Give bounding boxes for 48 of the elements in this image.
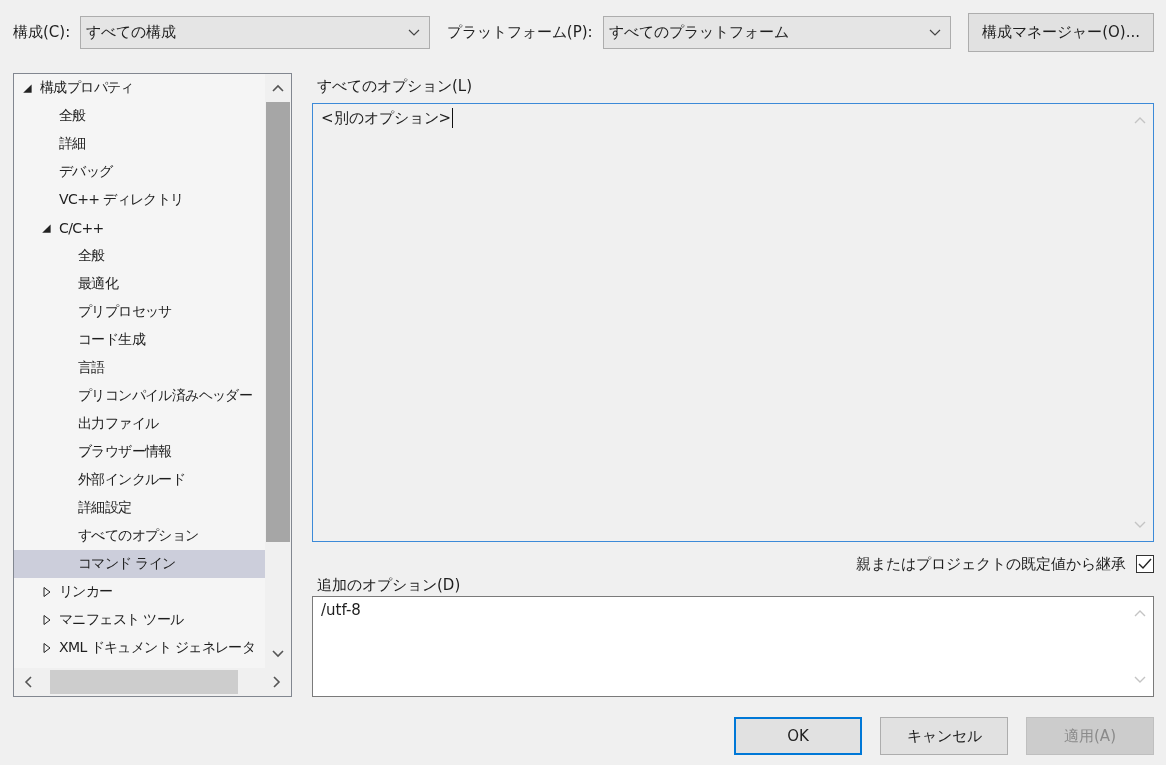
all-options-label: すべてのオプション(L) bbox=[316, 76, 474, 97]
tree-item[interactable]: 構成プロパティ bbox=[14, 74, 265, 102]
collapsed-triangle-icon[interactable] bbox=[41, 614, 53, 626]
scroll-up-icon[interactable] bbox=[272, 84, 284, 92]
configuration-manager-button[interactable]: 構成マネージャー(O)... bbox=[968, 13, 1154, 52]
configuration-dropdown[interactable]: すべての構成 bbox=[80, 16, 430, 49]
scrollbar-thumb[interactable] bbox=[266, 102, 290, 542]
platform-label: プラットフォーム(P): bbox=[446, 23, 593, 42]
tree-item[interactable]: 全般 bbox=[14, 102, 265, 130]
vertical-scrollbar[interactable] bbox=[265, 74, 291, 668]
tree-item[interactable]: すべてのオプション bbox=[14, 522, 265, 550]
tree-item[interactable]: コード生成 bbox=[14, 326, 265, 354]
additional-options-label: 追加のオプション(D) bbox=[316, 575, 461, 596]
tree-item[interactable]: デバッグ bbox=[14, 158, 265, 186]
inherit-label: 親またはプロジェクトの既定値から継承 bbox=[856, 554, 1126, 574]
tree-item[interactable]: 詳細 bbox=[14, 130, 265, 158]
tree-item[interactable]: VC++ ディレクトリ bbox=[14, 186, 265, 214]
scrollbar-thumb[interactable] bbox=[50, 670, 238, 694]
scroll-down-icon[interactable] bbox=[272, 650, 284, 658]
scroll-right-icon[interactable] bbox=[273, 676, 281, 688]
expanded-triangle-icon[interactable] bbox=[22, 82, 34, 94]
chevron-down-icon bbox=[407, 28, 420, 37]
tree-item[interactable]: 出力ファイル bbox=[14, 410, 265, 438]
tree-item[interactable]: コマンド ライン bbox=[14, 550, 265, 578]
expanded-triangle-icon[interactable] bbox=[41, 222, 53, 234]
configuration-label: 構成(C): bbox=[13, 23, 71, 42]
tree-item[interactable]: 外部インクルード bbox=[14, 466, 265, 494]
tree-item[interactable]: 言語 bbox=[14, 354, 265, 382]
dialog-button[interactable]: OK bbox=[734, 717, 862, 755]
horizontal-scrollbar[interactable] bbox=[14, 668, 291, 696]
tree-item[interactable]: プリコンパイル済みヘッダー bbox=[14, 382, 265, 410]
collapsed-triangle-icon[interactable] bbox=[41, 586, 53, 598]
platform-dropdown[interactable]: すべてのプラットフォーム bbox=[602, 16, 952, 49]
tree-item[interactable]: 全般 bbox=[14, 242, 265, 270]
tree-item[interactable]: マニフェスト ツール bbox=[14, 606, 265, 634]
chevron-down-icon bbox=[929, 28, 942, 37]
dialog-button[interactable]: キャンセル bbox=[880, 717, 1008, 755]
text-cursor bbox=[452, 108, 454, 128]
tree-item[interactable]: リンカー bbox=[14, 578, 265, 606]
tree-item[interactable]: 詳細設定 bbox=[14, 494, 265, 522]
tree-item[interactable]: C/C++ bbox=[14, 214, 265, 242]
tree-item[interactable]: ブラウザー情報 bbox=[14, 438, 265, 466]
scroll-left-icon[interactable] bbox=[24, 676, 32, 688]
inherit-checkbox[interactable] bbox=[1136, 555, 1154, 573]
tree-item[interactable]: プリプロセッサ bbox=[14, 298, 265, 326]
collapsed-triangle-icon[interactable] bbox=[41, 642, 53, 654]
tree-item[interactable]: 最適化 bbox=[14, 270, 265, 298]
tree-item[interactable]: XML ドキュメント ジェネレータ bbox=[14, 634, 265, 662]
